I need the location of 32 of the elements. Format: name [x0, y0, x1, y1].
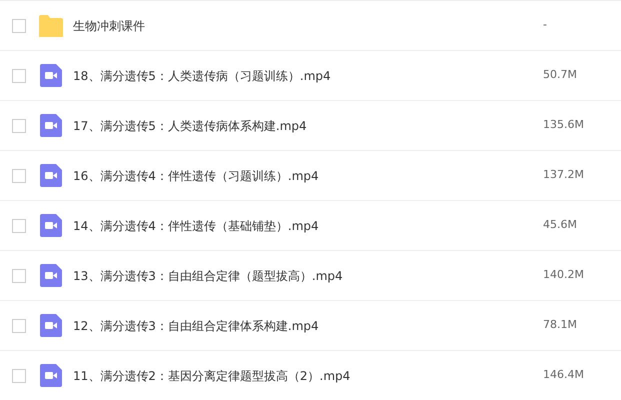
- video-file-icon: [40, 314, 62, 337]
- file-size: 50.7M: [543, 67, 577, 84]
- video-file-icon: [40, 164, 62, 187]
- checkbox[interactable]: [12, 318, 26, 332]
- file-name[interactable]: 13、满分遗传3：自由组合定律（题型拔高）.mp4: [73, 266, 543, 284]
- file-name[interactable]: 17、满分遗传5：人类遗传病体系构建.mp4: [73, 116, 543, 134]
- video-file-icon: [40, 114, 62, 137]
- checkbox[interactable]: [12, 268, 26, 282]
- file-size: 45.6M: [543, 217, 577, 234]
- file-name[interactable]: 12、满分遗传3：自由组合定律体系构建.mp4: [73, 316, 543, 334]
- file-size: 146.4M: [543, 367, 584, 384]
- video-file-icon: [40, 364, 62, 387]
- file-name[interactable]: 14、满分遗传4：伴性遗传（基础铺垫）.mp4: [73, 216, 543, 234]
- video-file-icon: [40, 64, 62, 87]
- checkbox[interactable]: [12, 118, 26, 132]
- checkbox[interactable]: [12, 168, 26, 182]
- file-size: 135.6M: [543, 117, 584, 134]
- video-file-icon: [40, 264, 62, 287]
- file-size: 137.2M: [543, 167, 584, 184]
- file-name[interactable]: 16、满分遗传4：伴性遗传（习题训练）.mp4: [73, 166, 543, 184]
- checkbox[interactable]: [12, 218, 26, 232]
- file-name[interactable]: 18、满分遗传5：人类遗传病（习题训练）.mp4: [73, 66, 543, 84]
- checkbox[interactable]: [12, 68, 26, 82]
- checkbox[interactable]: [12, 18, 26, 32]
- file-size: 140.2M: [543, 267, 584, 284]
- video-file-icon: [40, 214, 62, 237]
- file-name[interactable]: 生物冲刺课件: [73, 16, 543, 34]
- file-size: -: [543, 17, 547, 34]
- folder-icon: [39, 14, 63, 36]
- file-name[interactable]: 11、满分遗传2：基因分离定律题型拔高（2）.mp4: [73, 366, 543, 384]
- file-size: 78.1M: [543, 317, 577, 334]
- checkbox[interactable]: [12, 368, 26, 382]
